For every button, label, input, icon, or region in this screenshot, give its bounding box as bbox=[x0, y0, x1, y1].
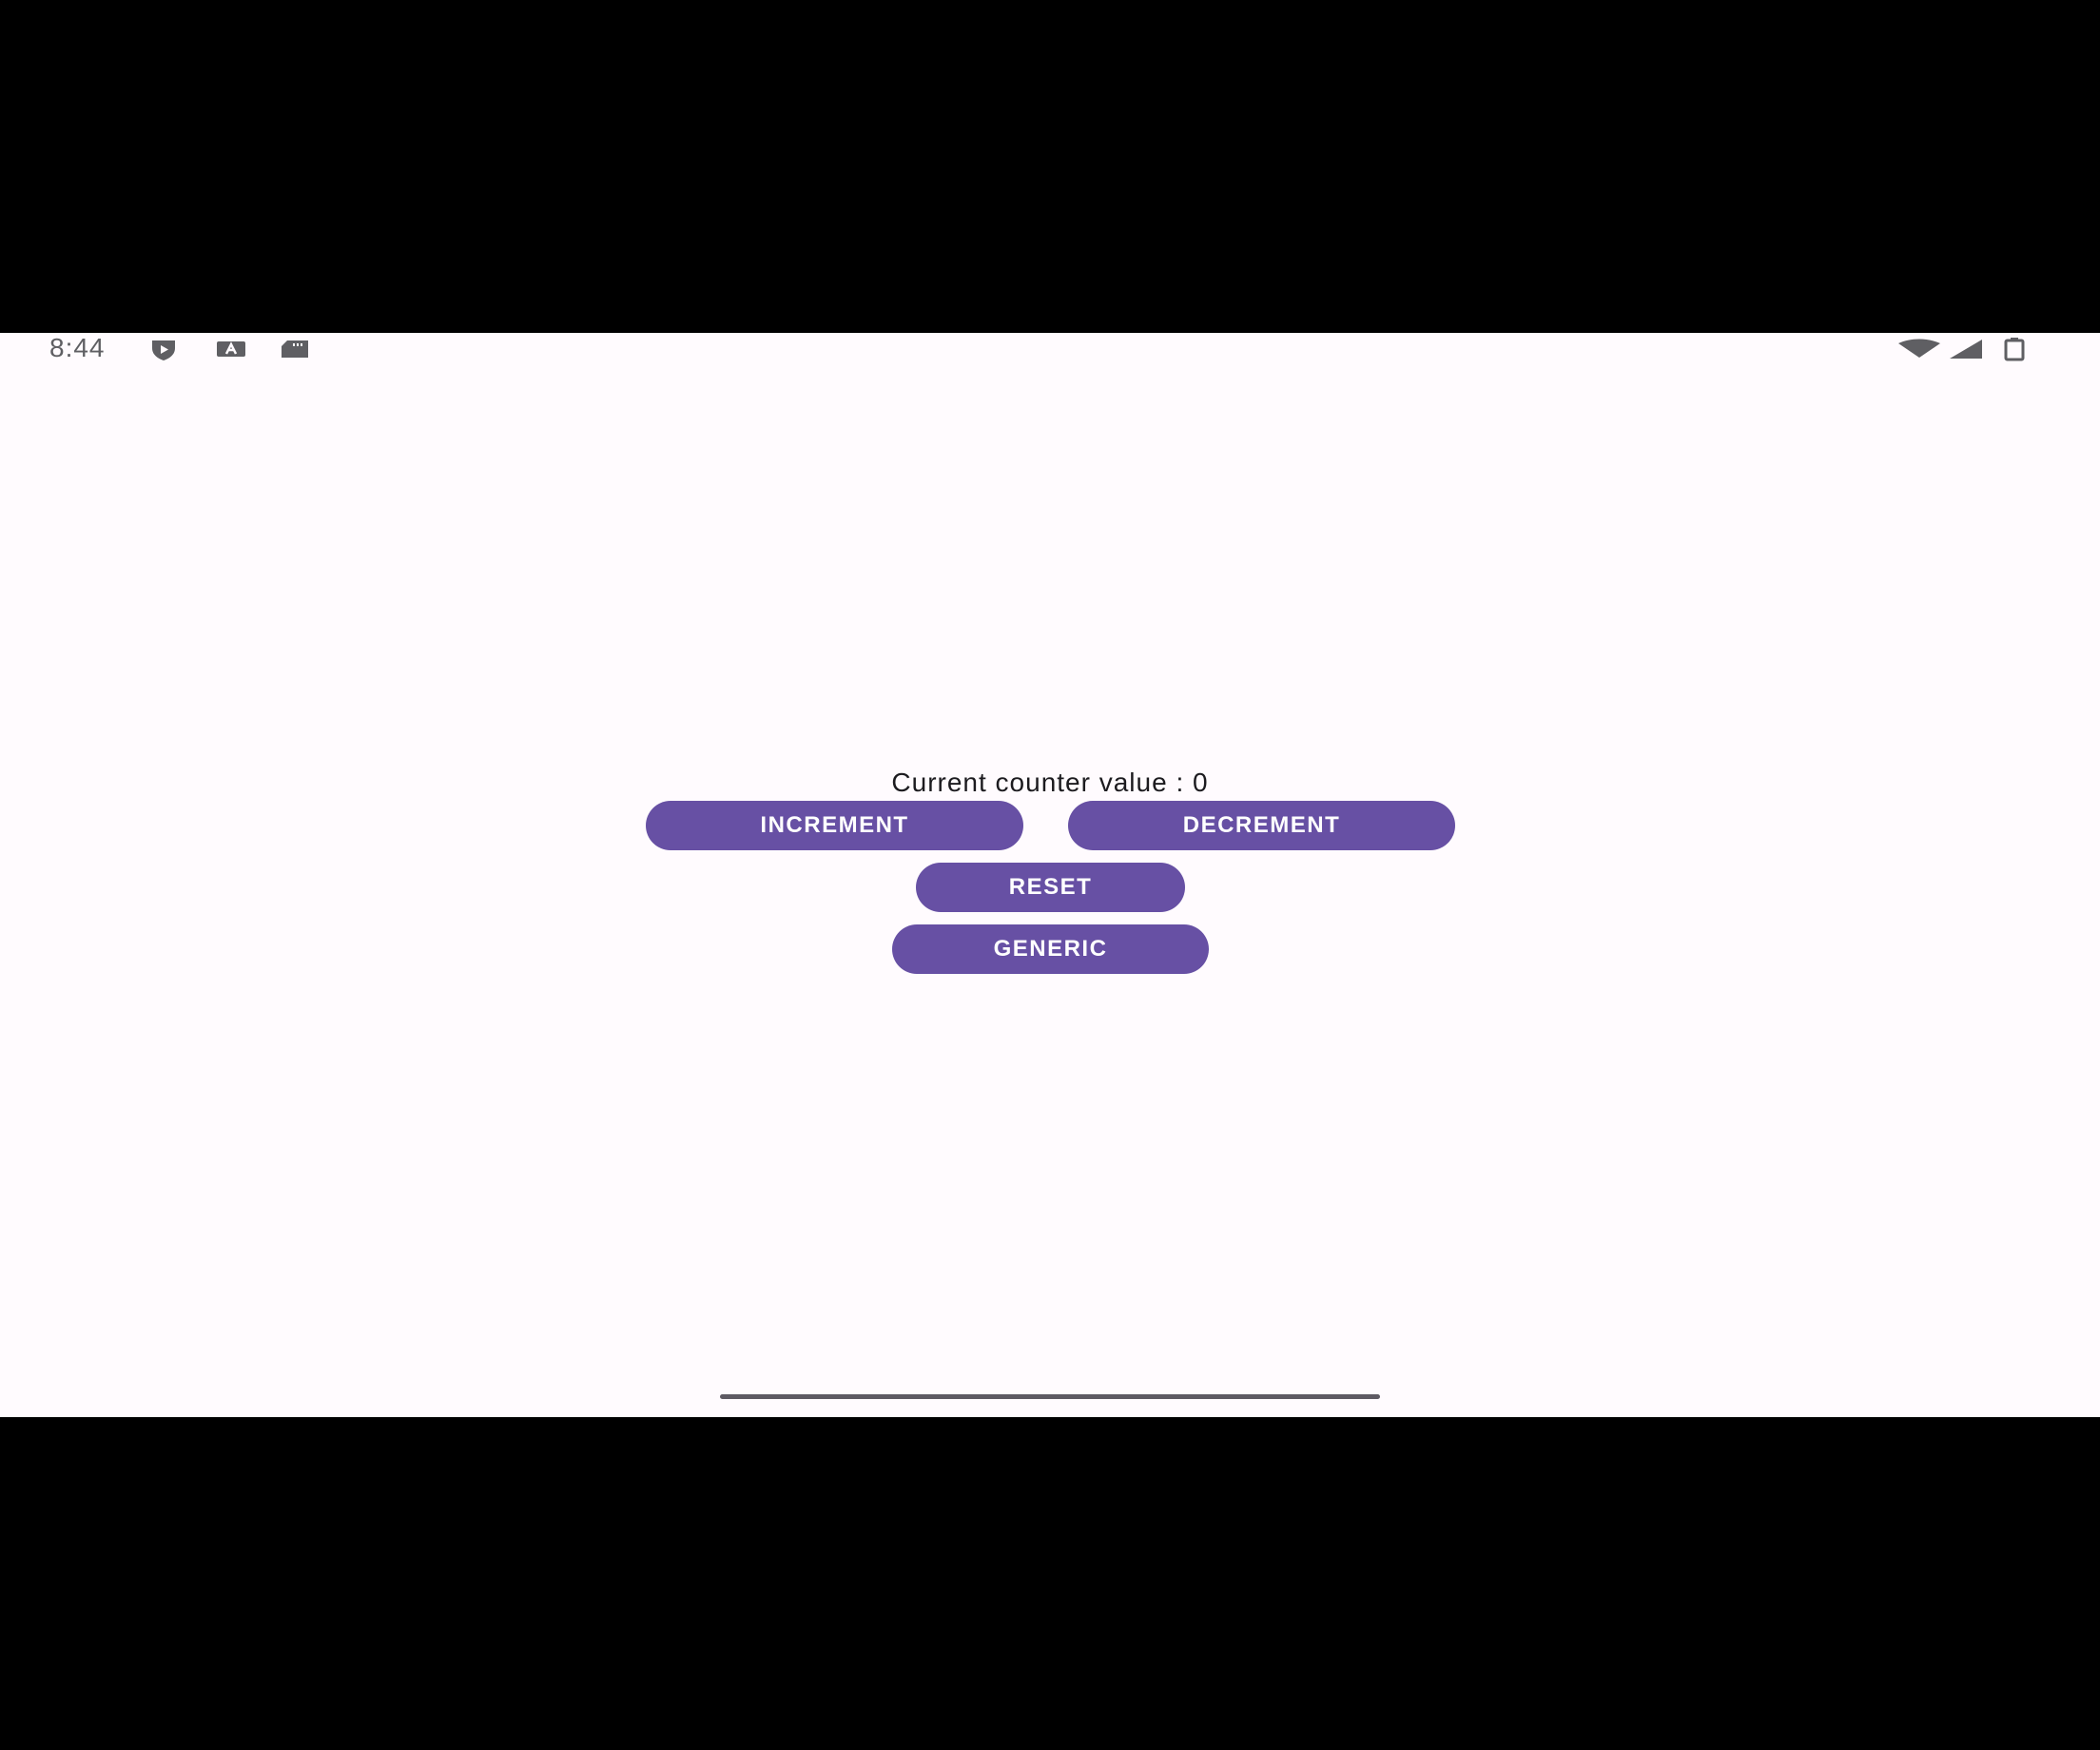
device-frame: 8:44 Current counter value: 0 INCREMENT… bbox=[0, 0, 2100, 1750]
battery-icon bbox=[2004, 338, 2025, 361]
gesture-navigation-handle[interactable] bbox=[720, 1394, 1380, 1399]
cell-signal-icon bbox=[1950, 340, 1982, 359]
keyboard-icon bbox=[217, 341, 245, 357]
decrement-button[interactable]: DECREMENT bbox=[1068, 801, 1455, 850]
generic-button[interactable]: GENERIC bbox=[892, 924, 1209, 974]
status-clock: 8:44 bbox=[49, 333, 106, 362]
shield-play-icon bbox=[152, 340, 175, 360]
sd-card-icon bbox=[282, 340, 308, 358]
increment-button[interactable]: INCREMENT bbox=[646, 801, 1023, 850]
status-bar: 8:44 bbox=[0, 333, 2100, 367]
app-screen: 8:44 Current counter value: 0 INCREMENT… bbox=[0, 333, 2100, 1417]
wifi-icon bbox=[1898, 339, 1940, 358]
counter-value-label: Current counter value : 0 bbox=[891, 768, 1209, 797]
reset-button[interactable]: RESET bbox=[916, 863, 1185, 912]
